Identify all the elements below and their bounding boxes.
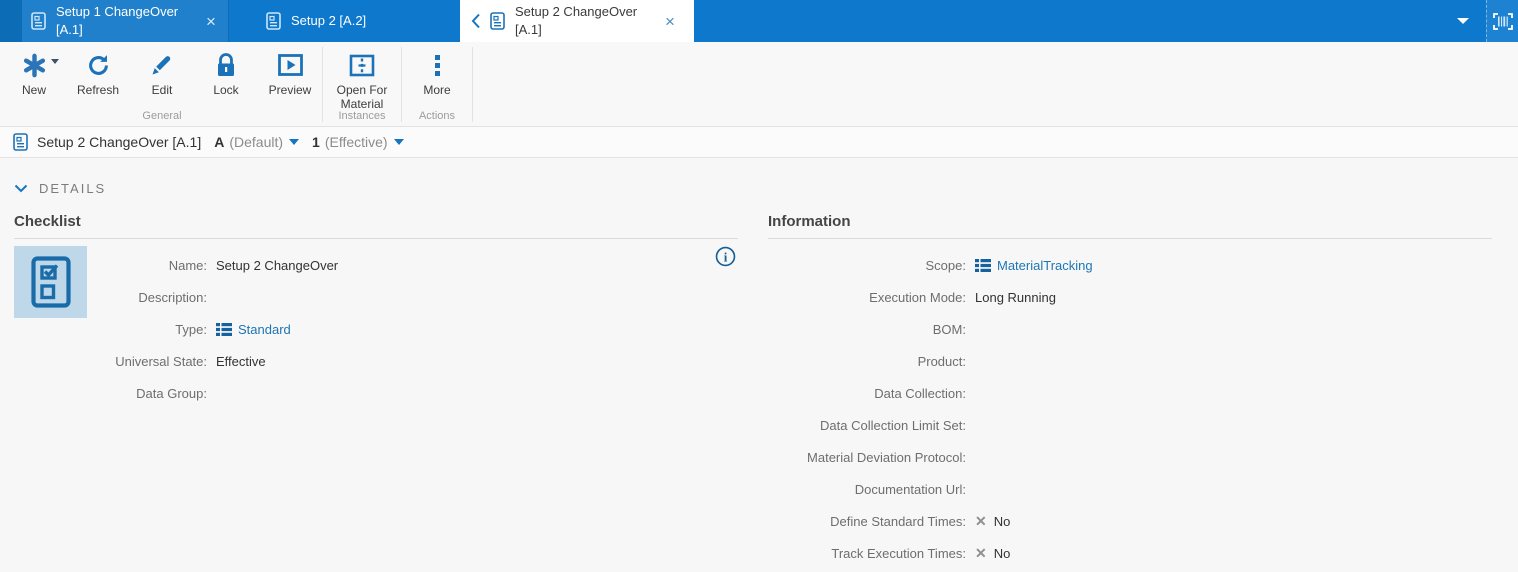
caret-down-icon xyxy=(1457,18,1469,24)
lock-button[interactable]: Lock xyxy=(194,50,258,97)
tab-bar-left-edge xyxy=(0,0,22,42)
refresh-button[interactable]: Refresh xyxy=(66,50,130,97)
tab-setup2[interactable]: Setup 2 [A.2] xyxy=(229,0,460,42)
checklist-icon xyxy=(13,133,28,151)
details-panels: Checklist i Name: Setup 2 ChangeOver Des… xyxy=(0,196,1518,569)
toolbar-group-general: New Refresh Edit Lock Preview General xyxy=(2,42,322,126)
field-row-track-execution-times: Track Execution Times: ✕ No xyxy=(831,544,1011,561)
field-row-material-deviation-protocol: Material Deviation Protocol: xyxy=(807,449,966,465)
caret-down-icon xyxy=(50,59,59,64)
field-row-define-standard-times: Define Standard Times: ✕ No xyxy=(830,512,1011,529)
field-row-bom: BOM: xyxy=(932,321,966,337)
svg-text:i: i xyxy=(724,250,728,264)
toolbar-separator xyxy=(472,47,473,122)
revision-selector[interactable]: 1 (Effective) xyxy=(312,134,404,150)
breadcrumb: Setup 2 ChangeOver [A.1] A (Default) 1 (… xyxy=(0,127,1518,158)
lock-icon xyxy=(215,50,237,80)
toolbar-group-instances: Open For Material Instances xyxy=(323,42,401,126)
field-row-universal-state: Universal State: Effective xyxy=(115,353,266,369)
checklist-thumbnail xyxy=(14,246,87,318)
open-for-material-button[interactable]: Open For Material xyxy=(323,50,401,112)
more-ellipsis-icon xyxy=(434,50,440,80)
field-row-execution-mode: Execution Mode: Long Running xyxy=(869,289,1056,305)
field-row-description: Description: xyxy=(138,289,207,305)
field-row-data-collection: Data Collection: xyxy=(874,385,966,401)
scope-link[interactable]: MaterialTracking xyxy=(997,258,1093,273)
tab-title: Setup 1 ChangeOver [A.1] xyxy=(56,4,179,37)
pencil-icon xyxy=(150,50,174,80)
x-mark-icon: ✕ xyxy=(975,512,987,529)
field-row-type: Type: Standard xyxy=(175,321,291,337)
caret-down-icon xyxy=(393,139,404,145)
tab-setup1-changeover[interactable]: Setup 1 ChangeOver [A.1] × xyxy=(22,0,229,42)
list-type-icon xyxy=(975,258,991,272)
checklist-icon xyxy=(31,12,46,30)
panel-heading: Information xyxy=(768,213,851,230)
tab-title: Setup 2 ChangeOver [A.1] xyxy=(515,4,638,37)
barcode-scan-button[interactable] xyxy=(1486,0,1518,42)
list-type-icon xyxy=(216,322,232,336)
details-section-label: DETAILS xyxy=(39,181,107,196)
preview-play-icon xyxy=(277,50,303,80)
tab-bar-spacer xyxy=(694,0,1440,42)
breadcrumb-title: Setup 2 ChangeOver [A.1] xyxy=(37,134,202,150)
panel-heading: Checklist xyxy=(14,213,81,230)
checklist-large-icon xyxy=(30,256,71,308)
tab-title: Setup 2 [A.2] xyxy=(291,13,367,29)
information-panel: Information Scope: MaterialTracking Exec… xyxy=(768,213,1492,569)
open-for-material-icon xyxy=(349,50,375,80)
new-button[interactable]: New xyxy=(2,50,66,97)
edit-button[interactable]: Edit xyxy=(130,50,194,97)
checklist-panel: Checklist i Name: Setup 2 ChangeOver Des… xyxy=(14,213,738,569)
version-selector[interactable]: A (Default) xyxy=(214,134,300,150)
checklist-icon xyxy=(266,12,281,30)
barcode-icon xyxy=(1492,12,1513,30)
tab-setup2-changeover-active[interactable]: Setup 2 ChangeOver [A.1] × xyxy=(460,0,694,42)
field-row-data-collection-limit-set: Data Collection Limit Set: xyxy=(820,417,966,433)
details-section-toggle[interactable]: DETAILS xyxy=(0,158,1518,196)
field-row-data-group: Data Group: xyxy=(136,385,207,401)
close-icon[interactable]: × xyxy=(202,11,220,32)
field-row-product: Product: xyxy=(917,353,966,369)
toolbar-group-label: Instances xyxy=(338,110,386,122)
checklist-icon xyxy=(490,12,505,30)
new-asterisk-icon xyxy=(22,50,59,80)
back-chevron-icon[interactable] xyxy=(471,13,481,29)
close-icon[interactable]: × xyxy=(661,11,679,32)
ribbon-toolbar: New Refresh Edit Lock Preview General Op… xyxy=(0,42,1518,127)
refresh-icon xyxy=(86,50,111,80)
field-row-documentation-url: Documentation Url: xyxy=(854,481,966,497)
type-link[interactable]: Standard xyxy=(238,322,291,337)
tab-overflow-caret[interactable] xyxy=(1440,0,1486,42)
toolbar-group-label: Actions xyxy=(418,110,456,122)
main-content: DETAILS Checklist i Name: Setup 2 Change… xyxy=(0,158,1518,569)
toolbar-group-actions: More Actions xyxy=(402,42,472,126)
preview-button[interactable]: Preview xyxy=(258,50,322,97)
more-button[interactable]: More xyxy=(402,50,472,97)
field-row-name: Name: Setup 2 ChangeOver xyxy=(168,257,339,273)
caret-down-icon xyxy=(289,139,300,145)
toolbar-group-label: General xyxy=(142,110,182,122)
info-icon[interactable]: i xyxy=(715,246,736,267)
x-mark-icon: ✕ xyxy=(975,544,987,561)
chevron-down-icon xyxy=(14,184,28,193)
tab-bar: Setup 1 ChangeOver [A.1] × Setup 2 [A.2]… xyxy=(0,0,1518,42)
field-row-scope: Scope: MaterialTracking xyxy=(925,257,1093,273)
